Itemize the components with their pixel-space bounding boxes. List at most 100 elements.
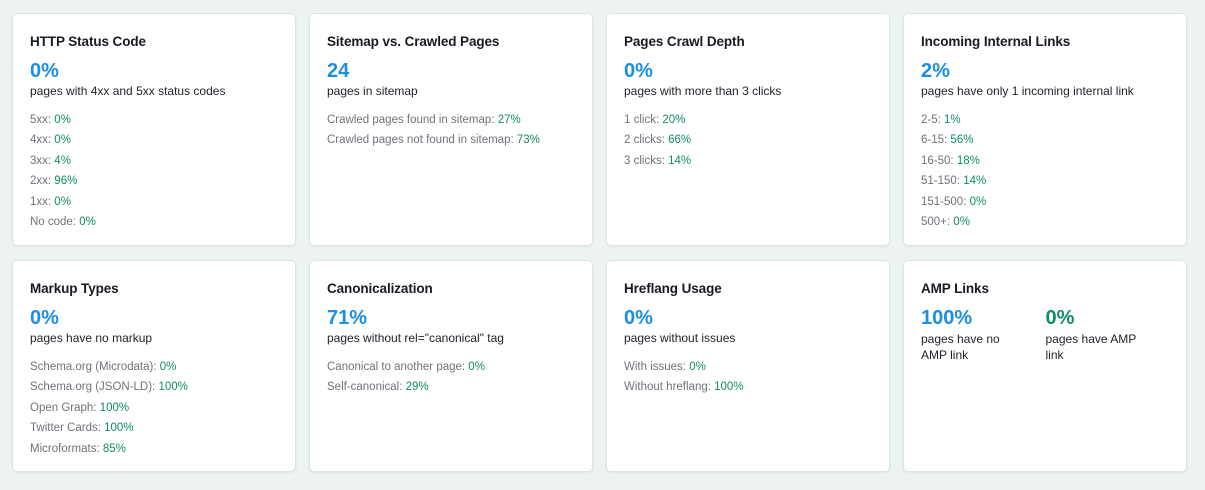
incoming-internal-links-card[interactable]: Incoming Internal Links 2% pages have on… [903,13,1187,246]
card-title: HTTP Status Code [30,34,146,49]
stat-list: 5xx: 0% 4xx: 0% 3xx: 4% 2xx: 96% 1xx: 0%… [30,110,279,232]
stat-value[interactable]: 0% [468,361,485,373]
stat-value[interactable]: 73% [517,134,540,146]
card-subtitle: pages without rel="canonical" tag [327,331,504,345]
stat-value[interactable]: 100% [104,422,133,434]
card-main-value[interactable]: 24 [327,59,576,83]
stat-row: 6-15: 56% [921,130,1170,150]
stat-label: 1xx: [30,195,55,208]
card-main-value[interactable]: 0% [30,59,279,83]
stat-row: Schema.org (JSON-LD): 100% [30,377,279,397]
card-main-value[interactable]: 0% [30,306,279,330]
stat-label: 2xx: [30,175,55,188]
stat-value[interactable]: 18% [957,155,980,167]
card-main-value[interactable]: 71% [327,306,576,330]
stat-row: 2 clicks: 66% [624,130,873,150]
stat-value[interactable]: 0% [953,216,970,228]
stat-row: 500+: 0% [921,212,1170,232]
card-subtitle: pages have only 1 incoming internal link [921,84,1134,98]
stat-value[interactable]: 0% [54,114,71,126]
stat-label: With issues: [624,361,690,373]
card-title: AMP Links [921,281,989,296]
crawl-depth-card[interactable]: Pages Crawl Depth 0% pages with more tha… [606,13,890,246]
card-title: Pages Crawl Depth [624,34,745,49]
stat-value[interactable]: 85% [103,443,126,455]
stat-value[interactable]: 0% [970,196,987,208]
stat-row: No code: 0% [30,212,279,232]
markup-types-card[interactable]: Markup Types 0% pages have no markup Sch… [12,260,296,472]
stat-value[interactable]: 56% [950,134,973,146]
stat-list: Crawled pages found in sitemap: 27% Craw… [327,110,576,151]
amp-has-link-value[interactable]: 0% [1046,306,1171,330]
amp-links-card[interactable]: AMP Links 100% pages have no AMP link 0%… [903,260,1187,472]
stat-value[interactable]: 27% [498,114,521,126]
card-main-value[interactable]: 0% [624,306,873,330]
stat-row: 5xx: 0% [30,110,279,130]
stat-value[interactable]: 29% [406,381,429,393]
card-main-value[interactable]: 2% [921,59,1170,83]
stat-value[interactable]: 14% [668,155,691,167]
stat-label: Microformats: [30,442,103,455]
stat-label: Canonical to another page: [327,361,469,373]
amp-no-link-value[interactable]: 100% [921,306,1046,330]
stat-value[interactable]: 66% [668,134,691,146]
stat-label: 151-500: [921,195,970,208]
card-subtitle: pages have no markup [30,331,153,345]
stat-value[interactable]: 0% [160,361,177,373]
stat-label: 2-5: [921,114,945,126]
stat-label: 3xx: [30,154,55,167]
stat-row: 1 click: 20% [624,110,873,130]
stat-value[interactable]: 14% [963,175,986,187]
card-subtitle: pages with more than 3 clicks [624,84,782,98]
stat-row: 151-500: 0% [921,192,1170,212]
stat-value[interactable]: 20% [662,114,685,126]
stat-label: 6-15: [921,134,951,147]
stat-label: Without hreflang: [624,381,715,394]
amp-columns: 100% pages have no AMP link 0% pages hav… [921,306,1170,363]
sitemap-vs-crawled-card[interactable]: Sitemap vs. Crawled Pages 24 pages in si… [309,13,593,246]
stat-value[interactable]: 100% [100,402,129,414]
stat-row: 1xx: 0% [30,192,279,212]
stat-label: Twitter Cards: [30,422,105,435]
stat-label: Open Graph: [30,401,100,414]
hreflang-usage-card[interactable]: Hreflang Usage 0% pages without issues W… [606,260,890,472]
amp-has-link-subtitle: pages have AMP link [1045,332,1137,362]
stat-value[interactable]: 96% [54,175,77,187]
stat-label: 5xx: [30,114,55,126]
stat-value[interactable]: 100% [158,381,187,393]
card-title: Incoming Internal Links [921,34,1071,49]
stat-row: Crawled pages found in sitemap: 27% [327,110,576,130]
stat-label: 2 clicks: [624,134,669,147]
stat-row: 16-50: 18% [921,151,1170,171]
stat-row: 4xx: 0% [30,130,279,150]
stat-row: Crawled pages not found in sitemap: 73% [327,130,576,150]
stat-row: Without hreflang: 100% [624,377,873,397]
stat-row: Open Graph: 100% [30,398,279,418]
amp-no-link-column: 100% pages have no AMP link [921,306,1046,363]
stat-row: Microformats: 85% [30,439,279,459]
stat-row: 2-5: 1% [921,110,1170,130]
stat-list: Canonical to another page: 0% Self-canon… [327,357,576,398]
stat-value[interactable]: 1% [944,114,961,126]
stat-value[interactable]: 0% [689,361,706,373]
stat-value[interactable]: 4% [54,155,71,167]
card-main-value[interactable]: 0% [624,59,873,83]
stat-value[interactable]: 0% [54,196,71,208]
stat-value[interactable]: 0% [79,216,96,228]
stat-value[interactable]: 0% [54,134,71,146]
stat-value[interactable]: 100% [714,381,743,393]
card-subtitle: pages with 4xx and 5xx status codes [30,84,226,98]
stat-row: 3xx: 4% [30,151,279,171]
stat-label: 3 clicks: [624,154,669,167]
amp-has-link-column: 0% pages have AMP link [1046,306,1171,363]
amp-no-link-subtitle: pages have no AMP link [921,332,1000,362]
card-title: Markup Types [30,281,119,296]
stat-label: 4xx: [30,134,55,147]
stat-label: Self-canonical: [327,381,406,394]
http-status-code-card[interactable]: HTTP Status Code 0% pages with 4xx and 5… [12,13,296,246]
stat-list: Schema.org (Microdata): 0% Schema.org (J… [30,357,279,459]
stat-row: Twitter Cards: 100% [30,418,279,438]
stat-list: With issues: 0% Without hreflang: 100% [624,357,873,398]
canonicalization-card[interactable]: Canonicalization 71% pages without rel="… [309,260,593,472]
stat-row: Schema.org (Microdata): 0% [30,357,279,377]
